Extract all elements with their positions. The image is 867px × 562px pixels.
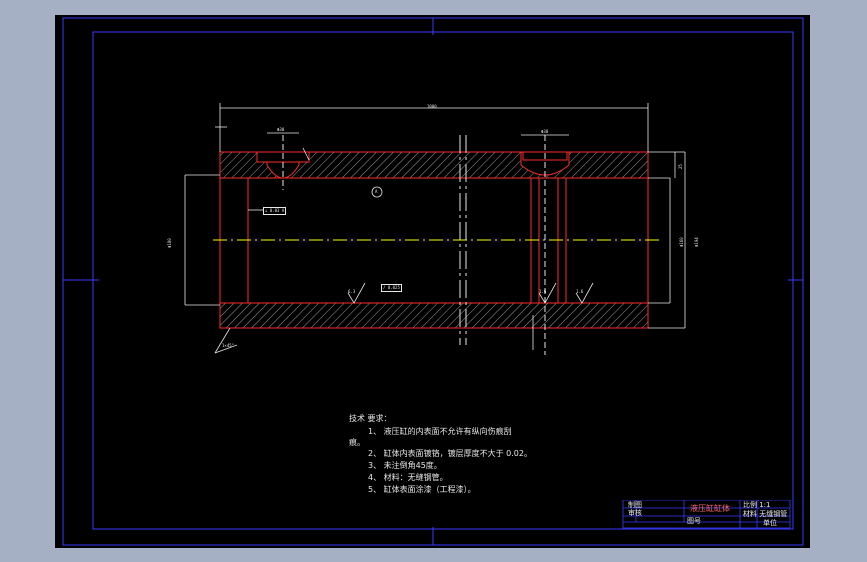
drawing-viewport[interactable]: 1000 Φ30 Φ30 Φ180 Φ160 Φ194 25 1×45° ⊥ 0… xyxy=(55,15,810,548)
notes-line-4: 4、 材料：无缝钢管。 xyxy=(368,473,448,482)
title-block-checked: 审核 xyxy=(628,509,642,517)
surface-finish-right-value: 1.6 xyxy=(576,289,584,294)
dim-wall: 25 xyxy=(678,164,683,169)
title-block-material: 材料 无缝钢管 xyxy=(743,510,788,518)
notes-line-5: 5、 缸体表面涂漆（工程漆）。 xyxy=(368,485,476,494)
tolerance-frame-lower: / 0.025 xyxy=(381,284,402,292)
title-block-drawing-no: 图号 xyxy=(687,517,701,525)
notes-line-1-cont: 痕。 xyxy=(349,438,365,447)
title-block-drawn: 制图 xyxy=(628,501,642,509)
surface-finish-mid-value: 1.6 xyxy=(539,289,547,294)
title-block-title: 液压缸缸体 xyxy=(690,504,730,513)
title-block-unit: 单位 xyxy=(763,519,777,527)
surface-finish-left-value: 6.3 xyxy=(348,289,356,294)
dim-port-right: Φ30 xyxy=(541,129,549,134)
notes-line-1: 1、 液压缸的内表面不允许有纵向伤痕刮 xyxy=(368,427,512,436)
dim-chamfer: 1×45° xyxy=(222,343,235,348)
notes-heading: 技术 要求： xyxy=(349,414,392,423)
tolerance-frame-upper: ⊥ 0.03 A xyxy=(263,207,287,215)
notes-line-3: 3、 未注倒角45度。 xyxy=(368,461,442,470)
dim-port-left: Φ30 xyxy=(277,127,285,132)
lower-wall-hatch xyxy=(220,303,648,328)
datum-label: A xyxy=(375,189,378,194)
dim-left-diameter: Φ180 xyxy=(167,238,172,248)
dim-right-outer: Φ194 xyxy=(694,237,699,247)
notes-line-2: 2、 缸体内表面镀铬，镀层厚度不大于 0.02。 xyxy=(368,449,532,458)
dim-overall-length: 1000 xyxy=(427,104,437,109)
title-block-scale: 比例 1:1 xyxy=(743,501,771,509)
dim-right-inner: Φ160 xyxy=(679,237,684,247)
